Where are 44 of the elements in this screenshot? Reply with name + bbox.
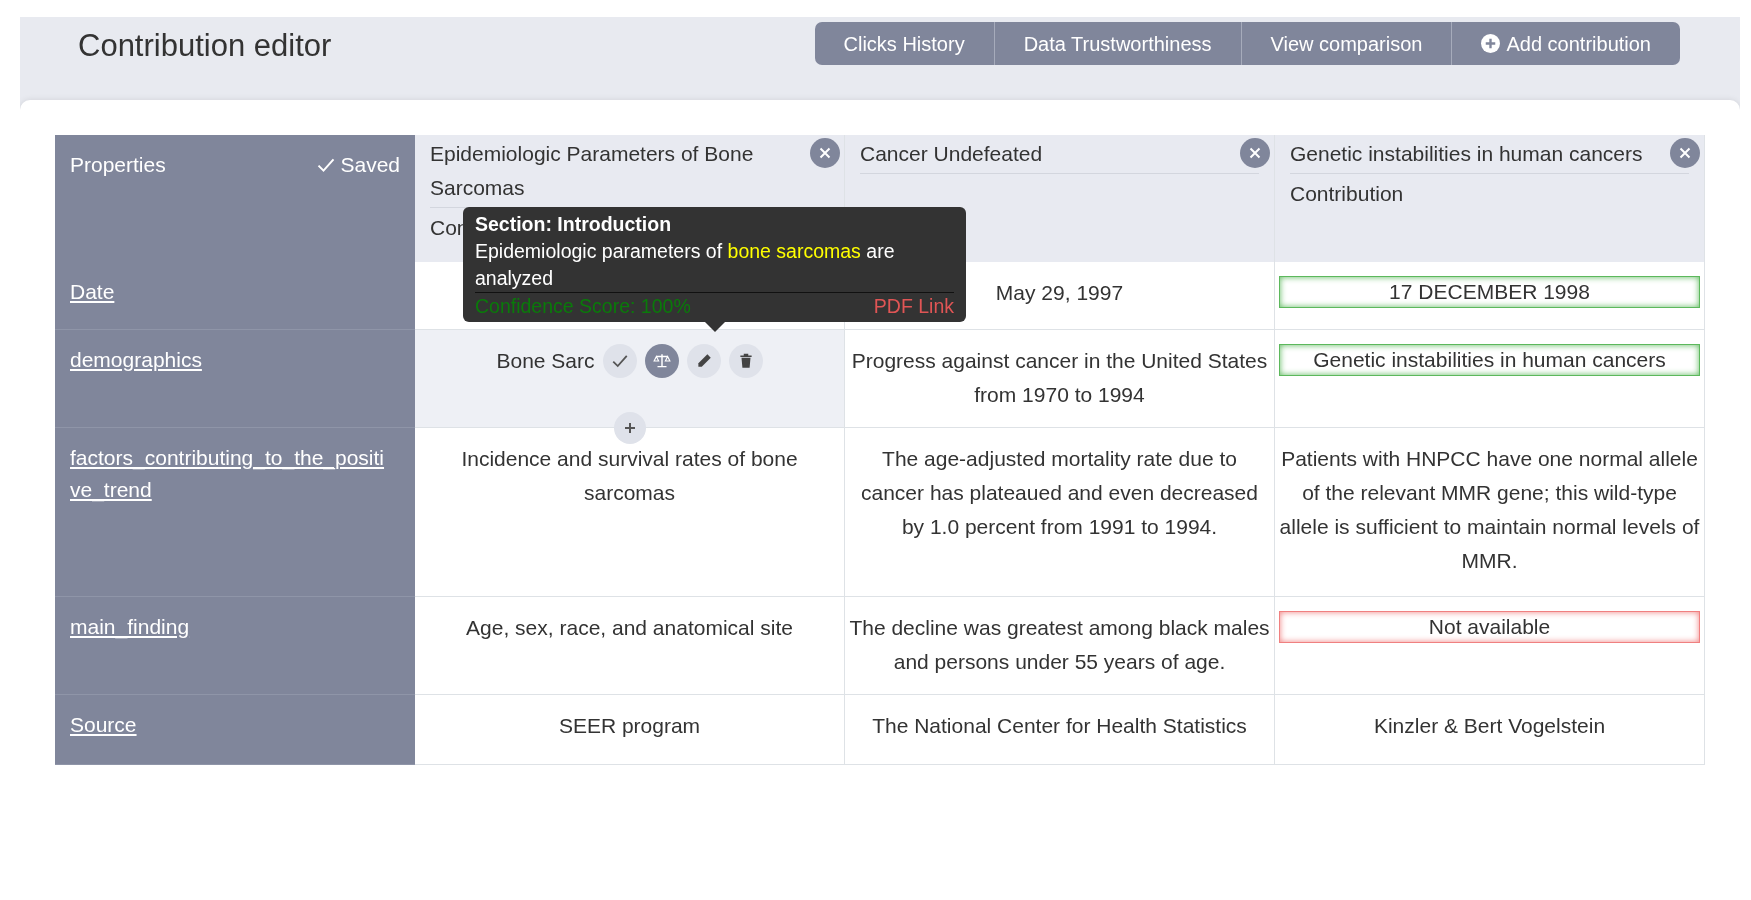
close-button[interactable] (1670, 138, 1700, 168)
property-link[interactable]: Source (70, 709, 400, 741)
value-field: Not available (1279, 611, 1700, 643)
properties-heading: Properties (70, 152, 166, 178)
property-link[interactable]: Date (70, 276, 400, 308)
add-value-button[interactable] (613, 412, 646, 444)
property-link[interactable]: factors_contributing_to_the_positive_trend (70, 442, 400, 505)
pdf-link[interactable]: PDF Link (873, 293, 954, 320)
cell-value: SEER program (558, 713, 701, 739)
cell-value: Patients with HNPCC have one normal allele of the relevant MMR gene; this wild-type allele is sufficient to maintain normal levels of MMR. (1279, 446, 1700, 574)
cell-value: May 29, 1997 (995, 280, 1124, 306)
toolbar-button[interactable]: Clicks History (814, 22, 995, 65)
edit-button[interactable] (686, 344, 721, 378)
contribution-label: Contribution (1290, 181, 1404, 207)
page-title: Contribution editor (78, 27, 332, 65)
scales-icon (652, 352, 671, 370)
save-status: Saved (316, 149, 400, 181)
compare-button[interactable] (644, 344, 679, 378)
close-icon (1677, 145, 1693, 161)
cell-value: Bone Sarc (496, 348, 595, 374)
value-field: 17 DECEMBER 1998 (1279, 276, 1700, 308)
accept-button[interactable] (602, 344, 637, 378)
cell-value: The decline was greatest among black males and persons under 55 years of age. (849, 615, 1270, 675)
cell-value: Progress against cancer in the United States from 1970 to 1994 (850, 348, 1269, 408)
add-contribution-button[interactable]: Add contribution (1452, 22, 1680, 65)
property-link[interactable]: demographics (70, 344, 400, 376)
tooltip-heading: Section: Introduction (475, 212, 673, 237)
tooltip-text: Epidemiologic parameters of bone sarcomas are analyzed (475, 239, 896, 291)
close-button[interactable] (1240, 138, 1270, 168)
cell-value: The National Center for Health Statistics (872, 713, 1247, 739)
close-icon (1247, 145, 1263, 161)
cell-value: Kinzler & Bert Vogelstein (1373, 713, 1606, 739)
toolbar-button[interactable]: View comparison (1241, 22, 1453, 65)
cell-value: The age-adjusted mortality rate due to cancer has plateaued and even decreased by 1.0 percent from 1991 to 1994. (860, 446, 1259, 540)
cell-value: Incidence and survival rates of bone sarcomas (460, 446, 799, 506)
close-button[interactable] (810, 138, 840, 168)
cell-value: Age, sex, race, and anatomical site (466, 615, 793, 641)
plus-circle-icon (1481, 34, 1501, 53)
toolbar-button[interactable]: Data Trustworthiness (994, 22, 1242, 65)
delete-button[interactable] (728, 344, 763, 378)
close-icon (817, 145, 833, 161)
value-field: Genetic instabilities in human cancers (1279, 344, 1700, 376)
confidence-score: Confidence Score: 100% (475, 294, 691, 319)
property-link[interactable]: main_finding (70, 611, 400, 643)
